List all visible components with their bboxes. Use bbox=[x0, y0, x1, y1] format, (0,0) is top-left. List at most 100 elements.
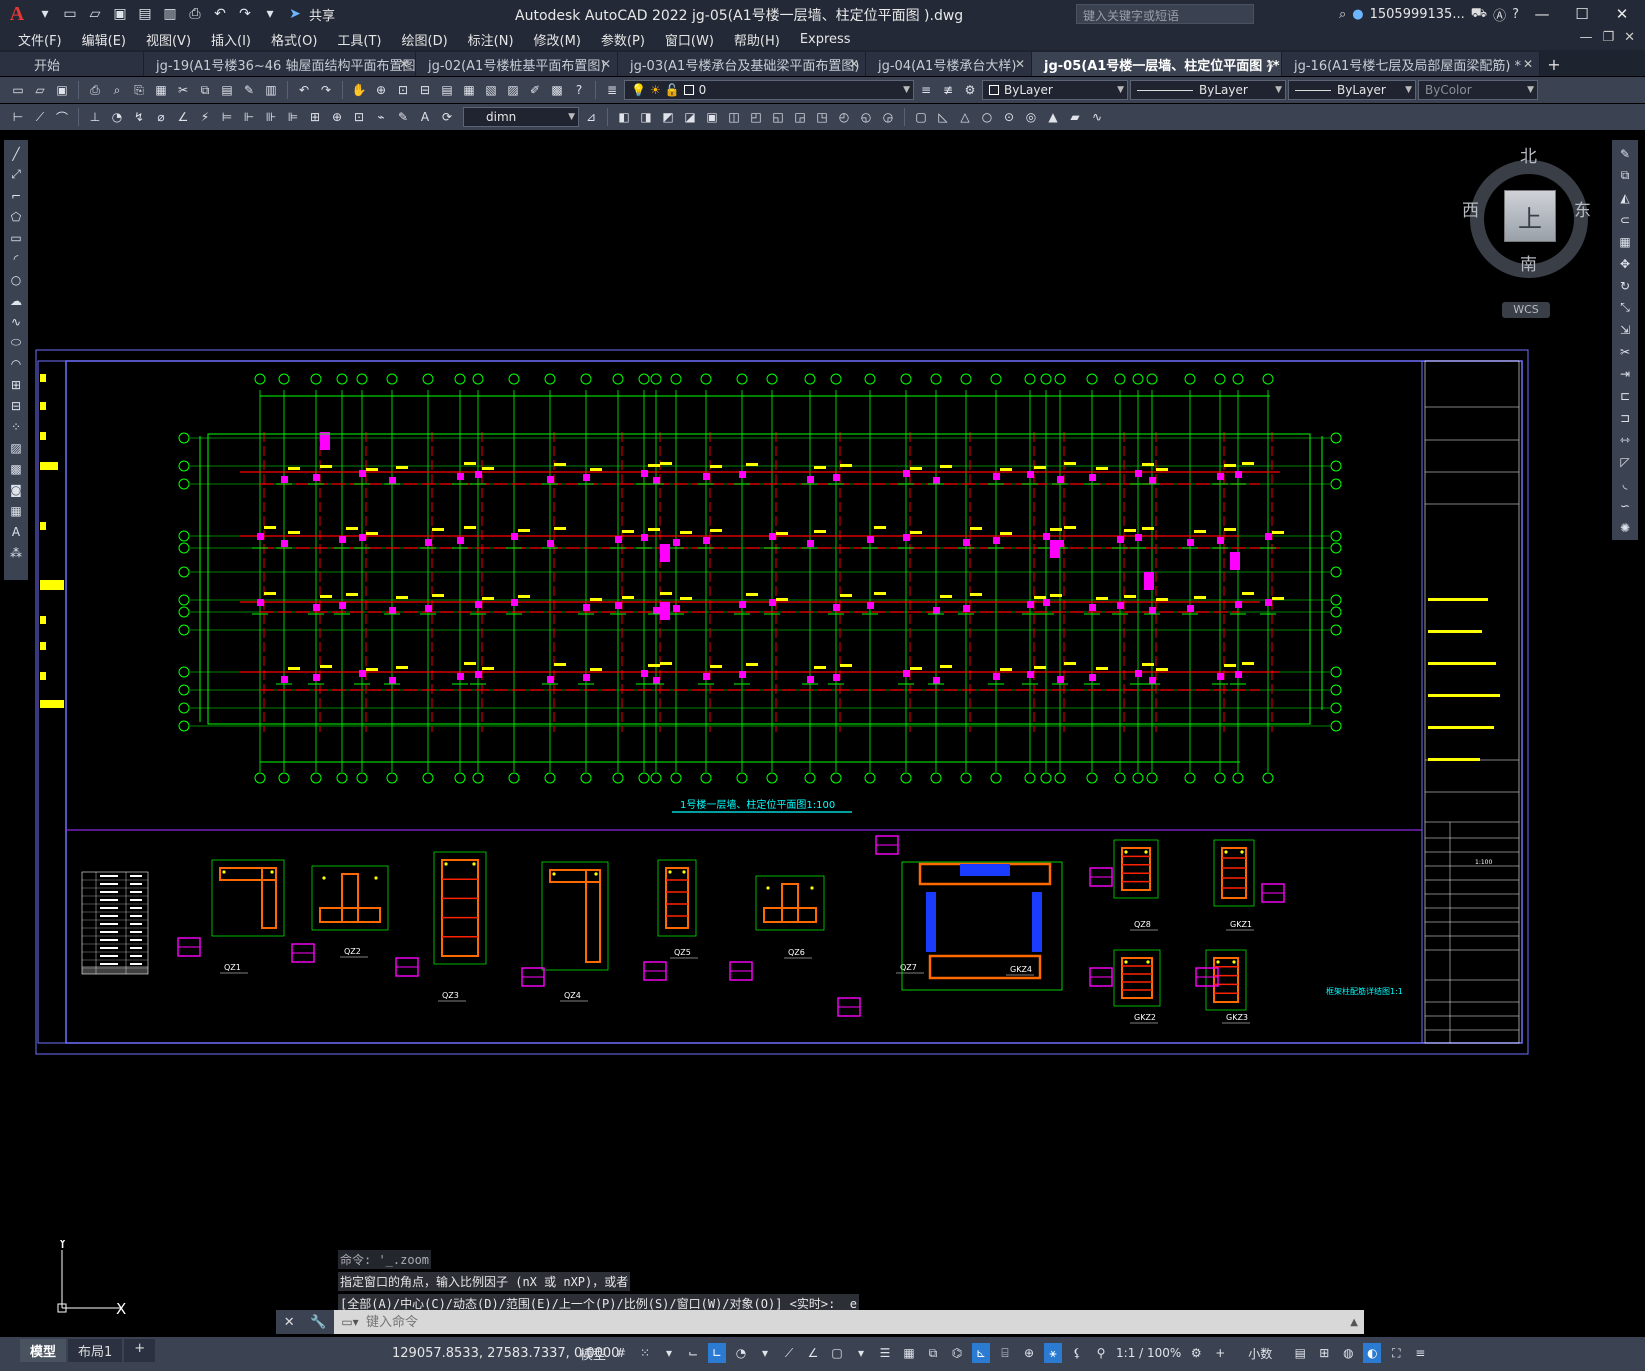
close-icon[interactable]: ✕ bbox=[284, 1315, 295, 1330]
share-label[interactable]: 共享 bbox=[309, 5, 335, 24]
quick-properties-icon[interactable]: ▤ bbox=[1291, 1343, 1309, 1363]
compass-north[interactable]: 北 bbox=[1520, 142, 1537, 167]
trim-icon[interactable]: ✂ bbox=[1615, 342, 1635, 361]
quick-dim-icon[interactable]: ⚡ bbox=[195, 107, 215, 127]
array-icon[interactable]: ▦ bbox=[1615, 232, 1635, 251]
layer-dropdown[interactable]: 💡 ☀ 🔓 0 ▼ bbox=[624, 80, 914, 100]
workspace-gear-icon[interactable]: ⚙ bbox=[1187, 1343, 1205, 1363]
mirror-icon[interactable]: ◭ bbox=[1615, 188, 1635, 207]
lineweight-icon[interactable]: ☰ bbox=[876, 1343, 894, 1363]
chevron-down-icon[interactable]: ▾ bbox=[756, 1343, 774, 1363]
flatshot-icon[interactable]: ◶ bbox=[878, 107, 898, 127]
3d-osnap-icon[interactable]: ⌬ bbox=[948, 1343, 966, 1363]
save-as-icon[interactable]: ▤ bbox=[134, 4, 156, 24]
erase-icon[interactable]: ✎ bbox=[1615, 144, 1635, 163]
grid-icon[interactable]: # bbox=[612, 1343, 630, 1363]
revcloud-icon[interactable]: ☁ bbox=[6, 291, 26, 310]
paste-icon[interactable]: ▤ bbox=[217, 80, 237, 100]
break-at-point-icon[interactable]: ⊏ bbox=[1615, 386, 1635, 405]
region-icon[interactable]: ◙ bbox=[6, 480, 26, 499]
selection-cycling-icon[interactable]: ⧉ bbox=[924, 1343, 942, 1363]
save-icon[interactable]: ▣ bbox=[52, 80, 72, 100]
doc-close-icon[interactable]: ✕ bbox=[1624, 30, 1635, 45]
save-icon[interactable]: ▣ bbox=[109, 4, 131, 24]
snap-icon[interactable]: ⁙ bbox=[636, 1343, 654, 1363]
move-icon[interactable]: ✥ bbox=[1615, 254, 1635, 273]
tab-jg-03[interactable]: jg-03(A1号楼承台及基础梁平面布置图) ✕ bbox=[618, 52, 866, 76]
make-block-icon[interactable]: ⊟ bbox=[6, 396, 26, 415]
pan-icon[interactable]: ✋ bbox=[349, 80, 369, 100]
rectangle-icon[interactable]: ▭ bbox=[6, 228, 26, 247]
jogged-linear-icon[interactable]: ⌁ bbox=[371, 107, 391, 127]
section-plane-icon[interactable]: ◵ bbox=[856, 107, 876, 127]
circle-icon[interactable]: ○ bbox=[6, 270, 26, 289]
plot-icon[interactable]: ⎙ bbox=[184, 4, 206, 24]
fillet-icon[interactable]: ◟ bbox=[1615, 474, 1635, 493]
zoom-window-icon[interactable]: ⊡ bbox=[393, 80, 413, 100]
undo-icon[interactable]: ↶ bbox=[209, 4, 231, 24]
dim-space-icon[interactable]: ⊪ bbox=[261, 107, 281, 127]
subtract-icon[interactable]: ◰ bbox=[746, 107, 766, 127]
cylinder-icon[interactable]: ⊙ bbox=[999, 107, 1019, 127]
add-selected-icon[interactable]: ⁂ bbox=[6, 543, 26, 562]
new-file-icon[interactable]: ▭ bbox=[59, 4, 81, 24]
tab-jg-04[interactable]: jg-04(A1号楼承台大样) ✕ bbox=[866, 52, 1032, 76]
block-editor-icon[interactable]: ▥ bbox=[261, 80, 281, 100]
publish-icon[interactable]: ⎘ bbox=[129, 80, 149, 100]
infer-icon[interactable]: ⌙ bbox=[684, 1343, 702, 1363]
angular-icon[interactable]: ∠ bbox=[173, 107, 193, 127]
compass-east[interactable]: 东 bbox=[1574, 196, 1591, 221]
menu-express[interactable]: Express bbox=[794, 32, 865, 47]
close-icon[interactable]: ✕ bbox=[601, 57, 611, 71]
redo-icon[interactable]: ↷ bbox=[234, 4, 256, 24]
tolerance-icon[interactable]: ⊞ bbox=[305, 107, 325, 127]
make-current-icon[interactable]: ≡ bbox=[916, 80, 936, 100]
add-layout-button[interactable]: + bbox=[124, 1339, 156, 1362]
menu-format[interactable]: 格式(O) bbox=[265, 30, 331, 49]
interfere-icon[interactable]: ◴ bbox=[834, 107, 854, 127]
lock-ui-icon[interactable]: ⊞ bbox=[1315, 1343, 1333, 1363]
sheet-set-icon[interactable]: ▨ bbox=[503, 80, 523, 100]
close-icon[interactable]: ✕ bbox=[399, 57, 409, 71]
cart-icon[interactable]: ⛟ bbox=[1471, 6, 1487, 23]
polygon-icon[interactable]: ⬠ bbox=[6, 207, 26, 226]
selection-filter-icon[interactable]: ⌸ bbox=[996, 1343, 1014, 1363]
dim-break-icon[interactable]: ⊫ bbox=[283, 107, 303, 127]
menu-tools[interactable]: 工具(T) bbox=[331, 30, 395, 49]
linear-dim-icon[interactable]: ⊢ bbox=[8, 107, 28, 127]
wedge-icon[interactable]: ◺ bbox=[933, 107, 953, 127]
dim-edit-icon[interactable]: ✎ bbox=[393, 107, 413, 127]
properties-icon[interactable]: ▤ bbox=[437, 80, 457, 100]
ellipse-icon[interactable]: ⬭ bbox=[6, 333, 26, 352]
menu-modify[interactable]: 修改(M) bbox=[528, 30, 595, 49]
slice-icon[interactable]: ◲ bbox=[790, 107, 810, 127]
center-mark-icon[interactable]: ⊕ bbox=[327, 107, 347, 127]
command-input[interactable] bbox=[366, 1311, 1351, 1333]
share-icon[interactable]: ➤ bbox=[284, 4, 306, 24]
tab-jg-19[interactable]: jg-19(A1号楼36~46 轴屋面结构平面布置图) ✕ bbox=[144, 52, 421, 76]
color-dropdown[interactable]: ByLayer ▼ bbox=[982, 80, 1128, 100]
polyline-icon[interactable]: ⌐ bbox=[6, 186, 26, 205]
command-prompt-icon[interactable]: ▭▾ bbox=[334, 1315, 366, 1329]
user-name[interactable]: 1505999135... bbox=[1370, 7, 1465, 22]
offset-icon[interactable]: ⊂ bbox=[1615, 210, 1635, 229]
graphics-performance-icon[interactable]: ◐ bbox=[1363, 1343, 1382, 1363]
chevron-down-icon[interactable]: ▾ bbox=[660, 1343, 678, 1363]
sweep-icon[interactable]: ◩ bbox=[658, 107, 678, 127]
layer-state-icon[interactable]: ⚙ bbox=[960, 80, 980, 100]
open-file-icon[interactable]: ▱ bbox=[84, 4, 106, 24]
drawing-canvas[interactable]: 1号楼一层墙、柱定位平面图1:100 QZ1 QZ2 QZ3 QZ4 QZ5 QZ6 QZ7… bbox=[30, 132, 1608, 1312]
gizmo-icon[interactable]: ⊕ bbox=[1020, 1343, 1038, 1363]
dim-style-icon[interactable]: ⊿ bbox=[581, 107, 601, 127]
plotstyle-dropdown[interactable]: ByColor ▼ bbox=[1418, 80, 1538, 100]
match-properties-icon[interactable]: ✎ bbox=[239, 80, 259, 100]
dimstyle-dropdown[interactable]: dimn ▼ bbox=[463, 107, 579, 127]
polar-icon[interactable]: ◔ bbox=[732, 1343, 750, 1363]
menu-arrow-icon[interactable]: ▾ bbox=[34, 4, 56, 24]
copy-icon[interactable]: ⧉ bbox=[1615, 166, 1635, 185]
close-icon[interactable]: ✕ bbox=[1523, 57, 1533, 71]
point-icon[interactable]: ⁘ bbox=[6, 417, 26, 436]
gradient-icon[interactable]: ▩ bbox=[6, 459, 26, 478]
spline-icon[interactable]: ∿ bbox=[6, 312, 26, 331]
plot-preview-icon[interactable]: ⌕ bbox=[107, 80, 127, 100]
